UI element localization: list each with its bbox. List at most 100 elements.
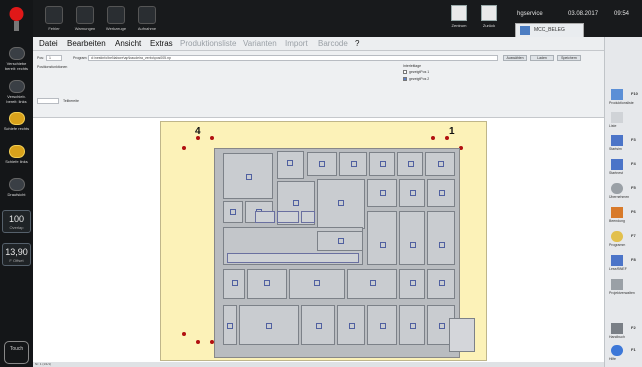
- view-icon: [8, 80, 25, 93]
- shift-right-button[interactable]: Verschiebe bereit: rechts: [3, 45, 30, 73]
- nested-part[interactable]: [427, 269, 455, 299]
- project-icon: [611, 279, 623, 290]
- tool-icon: [107, 6, 125, 24]
- application-window: Verschiebe bereit: rechts Verschieb. ber…: [0, 0, 642, 367]
- pos-select[interactable]: 1: [46, 55, 62, 61]
- start-nest-button[interactable]: F4 Startnest: [607, 157, 641, 179]
- shift-left-button[interactable]: Verschieb. bereit: links: [3, 78, 30, 106]
- light-icon: [8, 145, 25, 158]
- marker-dot: [182, 146, 186, 150]
- options-label: Interleitlage: [403, 64, 422, 68]
- load-button[interactable]: Laden: [530, 55, 554, 61]
- nested-part[interactable]: [277, 151, 304, 179]
- capture-button[interactable]: Aufnahme: [134, 5, 160, 34]
- nested-part[interactable]: [223, 201, 243, 223]
- position-functions-label: Positionsfunktionen: [37, 65, 68, 69]
- manual-button[interactable]: F2 Handbuch: [607, 321, 641, 343]
- nested-part[interactable]: [347, 269, 397, 299]
- nested-part[interactable]: [301, 211, 315, 223]
- user-name: hgservice: [517, 11, 543, 17]
- warnings-button[interactable]: Warnungen: [72, 5, 98, 34]
- nested-part[interactable]: [223, 153, 273, 199]
- finish-button[interactable]: F6 Beendung: [607, 205, 641, 227]
- marker-dot: [445, 136, 449, 140]
- nested-part[interactable]: [367, 211, 397, 265]
- nested-part[interactable]: [399, 269, 425, 299]
- top-view-button[interactable]: Draufsicht: [3, 176, 30, 204]
- project-manage-button[interactable]: Projektverwalten: [607, 277, 641, 299]
- nested-part[interactable]: [277, 211, 299, 223]
- menu-help[interactable]: ?: [355, 39, 359, 48]
- sheet-area: 4 1 8 5: [160, 121, 487, 361]
- menu-datei[interactable]: Datei: [39, 39, 58, 48]
- option-checkbox-2[interactable]: [403, 77, 407, 81]
- book-icon: [611, 323, 623, 334]
- light-icon: [8, 112, 25, 125]
- marker-dot: [210, 136, 214, 140]
- status-bar: Nr: 1 (1/1/1): [33, 362, 604, 367]
- nested-part[interactable]: [367, 305, 397, 345]
- list-button[interactable]: Liste: [607, 110, 641, 132]
- current-time: 09:54: [614, 11, 630, 17]
- nested-part[interactable]: [223, 305, 237, 345]
- program-button[interactable]: F7 Programm: [607, 229, 641, 251]
- skew-right-button[interactable]: Schiefe rechts: [3, 110, 30, 138]
- pos-label: Pos:: [37, 56, 45, 60]
- document-tab[interactable]: MCC_BELEG: [515, 23, 584, 37]
- nested-part[interactable]: [427, 179, 455, 207]
- option-checkbox-1[interactable]: [403, 70, 407, 74]
- read-bnef-button[interactable]: F8 Lese/BNEF: [607, 253, 641, 275]
- nested-part[interactable]: [301, 305, 335, 345]
- nested-part[interactable]: [247, 269, 287, 299]
- menu-bearbeiten[interactable]: Bearbeiten: [67, 39, 106, 48]
- part-label: Teilbereite: [63, 99, 79, 103]
- nested-part[interactable]: [369, 152, 395, 176]
- tools-button[interactable]: Werkzeuge: [103, 5, 129, 34]
- list-icon: [611, 89, 623, 100]
- nesting-canvas[interactable]: 4 1 8 5: [33, 118, 604, 367]
- save-button[interactable]: Speichern: [557, 55, 581, 61]
- nested-part[interactable]: [223, 269, 245, 299]
- nested-part[interactable]: [255, 211, 275, 223]
- program-path-field[interactable]: d:\nestinfo\bel\labore\ap\baudeira_verbo…: [88, 55, 498, 61]
- errors-button[interactable]: Fehler: [41, 5, 67, 34]
- nested-part[interactable]: [289, 269, 345, 299]
- nested-part[interactable]: [427, 211, 455, 265]
- back-button[interactable]: Zurück: [478, 5, 500, 31]
- overlap-value-box[interactable]: 100 Overlap: [2, 210, 31, 233]
- program-panel: Pos: 1 Program: d:\nestinfo\bel\labore\a…: [33, 51, 604, 118]
- center-button[interactable]: Zentrum: [448, 5, 470, 31]
- document-icon: [520, 26, 530, 35]
- nested-part[interactable]: [399, 179, 425, 207]
- help-button[interactable]: F1 Hilfe: [607, 343, 641, 365]
- select-button[interactable]: Auswählen: [503, 55, 527, 61]
- part-field[interactable]: [37, 98, 59, 104]
- program-icon: [611, 231, 623, 242]
- status-text: Nr: 1 (1/1/1): [35, 362, 52, 366]
- nested-part[interactable]: [307, 152, 337, 176]
- nested-part[interactable]: [239, 305, 299, 345]
- nested-part[interactable]: [425, 152, 455, 176]
- menu-extras[interactable]: Extras: [150, 39, 173, 48]
- nested-part[interactable]: [317, 179, 365, 229]
- start-sim-button[interactable]: F3 Startsim: [607, 133, 641, 155]
- production-list-button[interactable]: F10 Produktionsliste: [607, 87, 641, 109]
- touch-mode-button[interactable]: Touch: [4, 341, 29, 364]
- offset-value-box[interactable]: 13,90 F Offset: [2, 243, 31, 266]
- nested-part[interactable]: [399, 211, 425, 265]
- nested-part[interactable]: [339, 152, 367, 176]
- skew-left-button[interactable]: Schiefe links: [3, 143, 30, 171]
- nested-part[interactable]: [337, 305, 365, 345]
- nested-part[interactable]: [367, 179, 397, 207]
- play-icon: [611, 135, 623, 146]
- corner-label-1: 1: [449, 126, 455, 137]
- menu-barcode: Barcode: [318, 39, 348, 48]
- nested-part[interactable]: [317, 231, 363, 251]
- view-icon: [8, 47, 25, 60]
- nested-part[interactable]: [397, 152, 423, 176]
- nested-part[interactable]: [227, 253, 359, 263]
- nested-part[interactable]: [399, 305, 425, 345]
- back-icon: [481, 5, 497, 21]
- apply-button[interactable]: F5 Übernehmen: [607, 181, 641, 203]
- menu-ansicht[interactable]: Ansicht: [115, 39, 141, 48]
